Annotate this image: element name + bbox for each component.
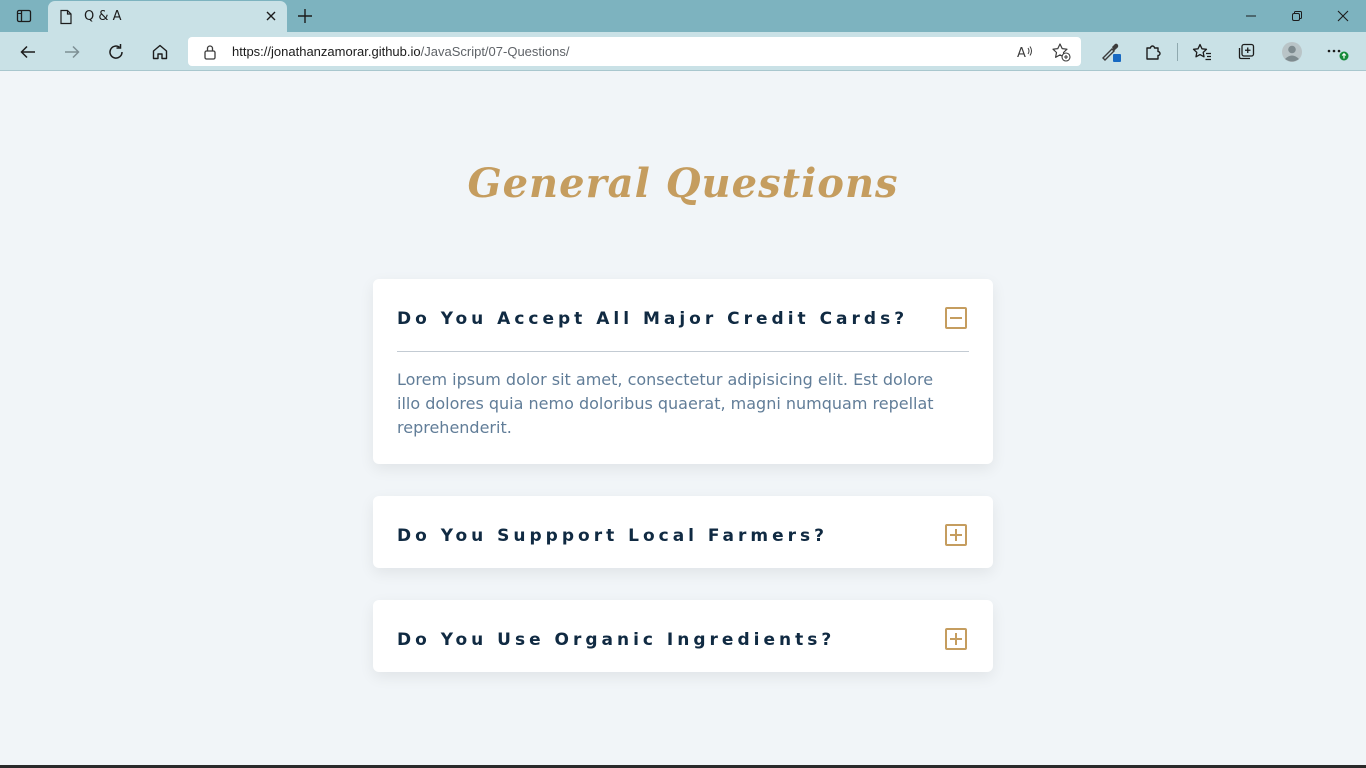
- question-card: Do You Suppport Local Farmers?: [373, 496, 993, 568]
- question-title: Do You Suppport Local Farmers?: [397, 526, 829, 546]
- favorites-icon: [1192, 43, 1211, 61]
- question-divider: [397, 351, 969, 352]
- url-text[interactable]: https://jonathanzamorar.github.io/JavaSc…: [232, 44, 569, 59]
- add-favorite-icon[interactable]: [1051, 42, 1071, 62]
- question-title: Do You Accept All Major Credit Cards?: [397, 309, 909, 329]
- puzzle-icon: [1146, 45, 1161, 60]
- collections-icon: [1238, 43, 1255, 60]
- close-window-button[interactable]: [1320, 0, 1366, 32]
- forward-button[interactable]: [59, 39, 85, 65]
- refresh-icon: [109, 44, 123, 59]
- close-tab-icon[interactable]: [263, 8, 279, 24]
- home-icon: [152, 44, 168, 60]
- minus-icon: [950, 317, 962, 319]
- address-bar[interactable]: https://jonathanzamorar.github.io/JavaSc…: [188, 37, 1081, 66]
- back-button[interactable]: [15, 39, 41, 65]
- plus-icon: [298, 9, 312, 23]
- collapse-button[interactable]: [945, 307, 967, 329]
- browser-toolbar: https://jonathanzamorar.github.io/JavaSc…: [0, 32, 1366, 71]
- question-card: Do You Accept All Major Credit Cards? Lo…: [373, 279, 993, 464]
- question-answer: Lorem ipsum dolor sit amet, consectetur …: [397, 370, 934, 437]
- refresh-button[interactable]: [103, 39, 129, 65]
- lock-icon[interactable]: [202, 43, 218, 60]
- settings-menu-button[interactable]: [1324, 39, 1350, 65]
- question-card: Do You Use Organic Ingredients?: [373, 600, 993, 672]
- expand-button[interactable]: [945, 524, 967, 546]
- browser-tab-active[interactable]: Q & A: [48, 1, 287, 32]
- more-icon: [1327, 49, 1349, 61]
- tab-actions-icon: [16, 9, 32, 23]
- arrow-right-icon: [65, 45, 80, 59]
- minimize-button[interactable]: [1228, 0, 1274, 32]
- minimize-icon: [1246, 15, 1256, 17]
- toolbar-divider: [1177, 43, 1178, 61]
- profile-button[interactable]: [1279, 39, 1305, 65]
- arrow-left-icon: [20, 45, 35, 59]
- tab-actions-button[interactable]: [0, 0, 48, 32]
- page-icon: [58, 9, 74, 25]
- page-title: General Questions: [467, 160, 899, 207]
- expand-button[interactable]: [945, 628, 967, 650]
- browser-titlebar: Q & A: [0, 0, 1366, 32]
- eyedropper-icon: [1102, 43, 1121, 62]
- extension-dropper-button[interactable]: [1098, 39, 1124, 65]
- avatar-icon: [1282, 42, 1302, 62]
- read-aloud-icon[interactable]: A: [1015, 42, 1035, 62]
- url-host: https://jonathanzamorar.github.io: [232, 44, 421, 59]
- collections-button[interactable]: [1233, 39, 1259, 65]
- home-button[interactable]: [147, 39, 173, 65]
- extensions-button[interactable]: [1140, 39, 1166, 65]
- svg-text:A: A: [1017, 46, 1026, 60]
- new-tab-button[interactable]: [294, 6, 316, 26]
- restore-icon: [1292, 11, 1302, 21]
- url-path: /JavaScript/07-Questions/: [420, 44, 570, 59]
- close-icon: [1337, 10, 1349, 22]
- question-title: Do You Use Organic Ingredients?: [397, 630, 836, 650]
- favorites-button[interactable]: [1189, 39, 1215, 65]
- restore-button[interactable]: [1274, 0, 1320, 32]
- tab-title: Q & A: [84, 9, 122, 24]
